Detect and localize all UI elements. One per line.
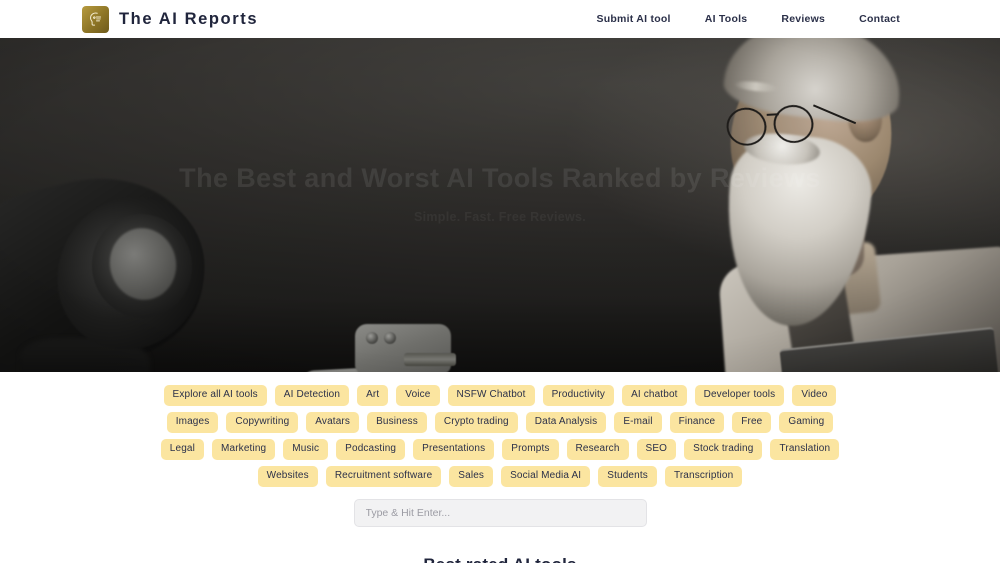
- category-tag-podcasting[interactable]: Podcasting: [336, 439, 406, 460]
- category-tag-row: Legal Marketing Music Podcasting Present…: [0, 439, 1000, 460]
- category-tag-developer-tools[interactable]: Developer tools: [694, 385, 785, 406]
- category-tag-data-analysis[interactable]: Data Analysis: [525, 412, 607, 433]
- category-tag-translation[interactable]: Translation: [770, 439, 840, 460]
- category-tag-marketing[interactable]: Marketing: [212, 439, 276, 460]
- brand-name: The AI Reports: [119, 9, 259, 28]
- category-tag-seo[interactable]: SEO: [636, 439, 677, 460]
- site-header: The AI Reports Submit AI tool AI Tools R…: [0, 0, 1000, 38]
- brand-logo[interactable]: The AI Reports: [82, 5, 259, 33]
- category-tag-recruitment-software[interactable]: Recruitment software: [325, 466, 442, 487]
- category-tag-ai-chatbot[interactable]: AI chatbot: [622, 385, 687, 406]
- category-tag-productivity[interactable]: Productivity: [542, 385, 615, 406]
- hero-subtitle: Simple. Fast. Free Reviews.: [413, 209, 587, 224]
- hero-copy: The Best and Worst AI Tools Ranked by Re…: [0, 162, 1000, 224]
- category-tag-voice[interactable]: Voice: [396, 385, 440, 406]
- category-tag-explore-all-ai-tools[interactable]: Explore all AI tools: [163, 385, 267, 406]
- category-tag-nsfw-chatbot[interactable]: NSFW Chatbot: [447, 385, 535, 406]
- nav-item-submit-ai-tool[interactable]: Submit AI tool: [596, 13, 670, 25]
- category-tag-business[interactable]: Business: [367, 412, 427, 433]
- category-tag-row: Websites Recruitment software Sales Soci…: [0, 466, 1000, 487]
- category-tag-finance[interactable]: Finance: [669, 412, 725, 433]
- category-tag-music[interactable]: Music: [283, 439, 329, 460]
- category-tag-social-media-ai[interactable]: Social Media AI: [501, 466, 591, 487]
- category-tag-transcription[interactable]: Transcription: [664, 466, 743, 487]
- category-tag-e-mail[interactable]: E-mail: [614, 412, 662, 433]
- best-rated-heading: Best rated AI tools: [0, 555, 1000, 563]
- main-navigation: Submit AI tool AI Tools Reviews Contact: [596, 13, 900, 25]
- category-tag-crypto-trading[interactable]: Crypto trading: [434, 412, 518, 433]
- category-tag-row: Images Copywriting Avatars Business Cryp…: [0, 412, 1000, 433]
- category-tag-prompts[interactable]: Prompts: [502, 439, 559, 460]
- category-tag-websites[interactable]: Websites: [257, 466, 318, 487]
- category-tag-ai-detection[interactable]: AI Detection: [274, 385, 350, 406]
- category-tag-row: Explore all AI tools AI Detection Art Vo…: [0, 385, 1000, 406]
- nav-item-reviews[interactable]: Reviews: [781, 13, 825, 25]
- head-profile-icon: [82, 5, 109, 33]
- hero-banner: The Best and Worst AI Tools Ranked by Re…: [0, 38, 1000, 372]
- category-tag-gaming[interactable]: Gaming: [779, 412, 834, 433]
- search-section: [0, 499, 1000, 527]
- nav-item-contact[interactable]: Contact: [859, 13, 900, 25]
- category-tag-research[interactable]: Research: [566, 439, 629, 460]
- nav-item-ai-tools[interactable]: AI Tools: [705, 13, 748, 25]
- category-tags-section: Explore all AI tools AI Detection Art Vo…: [0, 372, 1000, 487]
- category-tag-copywriting[interactable]: Copywriting: [226, 412, 299, 433]
- category-tag-presentations[interactable]: Presentations: [413, 439, 495, 460]
- category-tag-legal[interactable]: Legal: [160, 439, 205, 460]
- hero-title: The Best and Worst AI Tools Ranked by Re…: [179, 163, 821, 193]
- search-input[interactable]: [353, 499, 647, 527]
- category-tag-art[interactable]: Art: [357, 385, 389, 406]
- category-tag-free[interactable]: Free: [732, 412, 772, 433]
- category-tag-avatars[interactable]: Avatars: [306, 412, 360, 433]
- category-tag-video[interactable]: Video: [792, 385, 837, 406]
- category-tag-stock-trading[interactable]: Stock trading: [684, 439, 763, 460]
- category-tag-students[interactable]: Students: [598, 466, 657, 487]
- category-tag-sales[interactable]: Sales: [449, 466, 494, 487]
- category-tag-images[interactable]: Images: [166, 412, 219, 433]
